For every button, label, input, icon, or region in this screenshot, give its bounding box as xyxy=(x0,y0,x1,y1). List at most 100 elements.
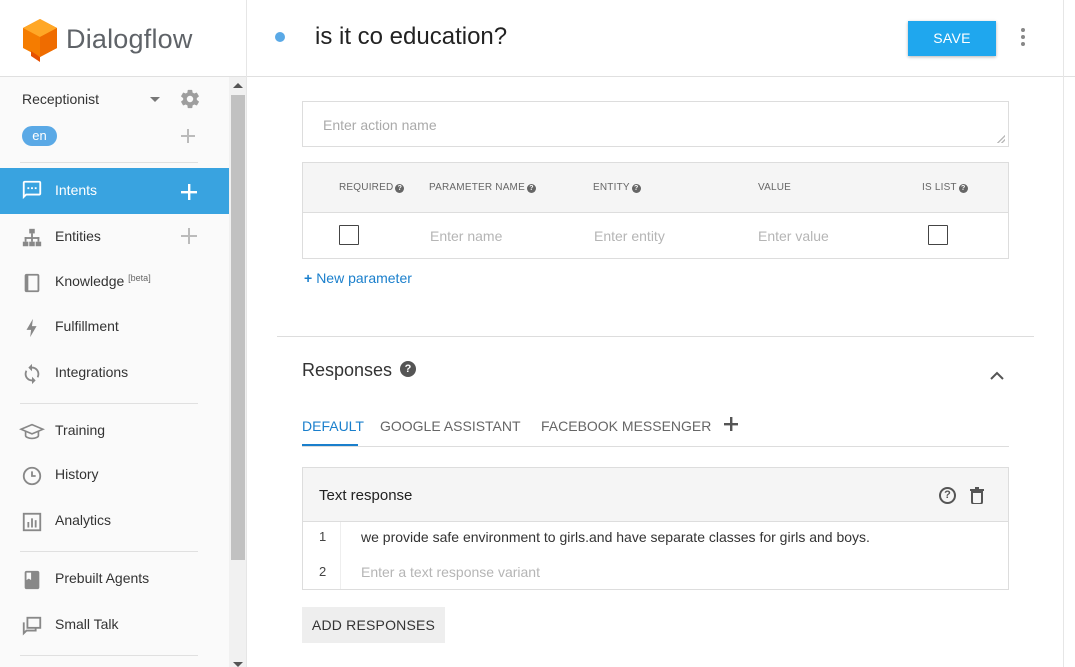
is-list-checkbox[interactable] xyxy=(928,225,948,245)
sidebar-item-label: Intents xyxy=(55,182,98,198)
help-icon[interactable]: ? xyxy=(400,361,416,377)
graduation-cap-icon xyxy=(19,423,45,440)
sidebar-item-fulfillment[interactable]: Fulfillment xyxy=(0,304,229,350)
intent-header: is it co education? SAVE xyxy=(247,0,1075,77)
sidebar-divider xyxy=(20,551,198,552)
parameters-table: REQUIRED? PARAMETER NAME? ENTITY? VALUE … xyxy=(302,162,1009,259)
trash-icon[interactable] xyxy=(969,487,985,504)
column-label: VALUE xyxy=(758,182,792,193)
help-icon[interactable]: ? xyxy=(631,184,641,193)
sidebar-divider xyxy=(20,655,198,656)
sidebar-divider xyxy=(20,162,198,163)
help-icon[interactable]: ? xyxy=(939,487,956,504)
gear-icon[interactable] xyxy=(179,88,201,110)
sidebar-item-label: Analytics xyxy=(55,512,112,528)
new-parameter-label: New parameter xyxy=(316,270,412,286)
chevron-up-icon[interactable] xyxy=(990,369,1004,383)
new-parameter-link[interactable]: + New parameter xyxy=(304,270,412,286)
caret-down-icon[interactable] xyxy=(150,97,160,102)
response-text-line[interactable]: we provide safe environment to girls.and… xyxy=(361,529,870,545)
add-language-icon[interactable] xyxy=(181,129,195,143)
column-label: REQUIRED xyxy=(339,182,394,193)
app-name: Dialogflow xyxy=(66,24,193,54)
hierarchy-icon xyxy=(22,228,42,247)
scroll-up-icon[interactable] xyxy=(233,83,243,88)
sidebar-item-entities[interactable]: Entities xyxy=(0,214,229,260)
tab-default[interactable]: DEFAULT xyxy=(302,418,364,434)
plus-icon: + xyxy=(304,270,313,286)
sidebar-item-label-wrap: Knowledge [beta] xyxy=(55,273,151,289)
agent-name: Receptionist xyxy=(22,91,100,107)
entity-input[interactable]: Enter entity xyxy=(594,228,665,244)
language-badge[interactable]: en xyxy=(22,126,57,146)
sidebar-item-prebuilt-agents[interactable]: Prebuilt Agents xyxy=(0,556,229,602)
column-header-parameter-name: PARAMETER NAME? xyxy=(429,182,536,193)
sidebar-divider xyxy=(20,403,198,404)
sidebar-item-knowledge[interactable]: Knowledge [beta] xyxy=(0,259,229,305)
tab-facebook-messenger[interactable]: FACEBOOK MESSENGER xyxy=(541,418,711,434)
sidebar-item-analytics[interactable]: Analytics xyxy=(0,498,229,544)
parameters-header: REQUIRED? PARAMETER NAME? ENTITY? VALUE … xyxy=(303,163,1008,213)
parameter-name-input[interactable]: Enter name xyxy=(430,228,502,244)
column-label: ENTITY xyxy=(593,182,630,193)
text-response-title: Text response xyxy=(319,487,413,504)
sidebar-item-label: Prebuilt Agents xyxy=(55,570,150,586)
sidebar-item-label: Knowledge xyxy=(55,273,125,289)
clock-icon xyxy=(22,466,42,486)
column-label: PARAMETER NAME xyxy=(429,182,525,193)
line-number: 2 xyxy=(319,564,327,579)
action-name-input[interactable]: Enter action name xyxy=(302,101,1009,147)
sidebar-item-training[interactable]: Training xyxy=(0,408,229,454)
bolt-icon xyxy=(26,318,37,338)
intent-title[interactable]: is it co education? xyxy=(315,23,507,51)
chat-bubbles-icon xyxy=(22,616,42,636)
active-tab-indicator xyxy=(302,444,358,446)
main-right-border xyxy=(1063,77,1064,667)
help-icon[interactable]: ? xyxy=(395,184,405,193)
add-platform-icon[interactable] xyxy=(724,417,738,431)
more-options-icon[interactable] xyxy=(1021,28,1027,46)
sidebar-item-label: Entities xyxy=(55,228,101,244)
line-number: 1 xyxy=(319,529,327,544)
tab-google-assistant[interactable]: GOOGLE ASSISTANT xyxy=(380,418,521,434)
add-entity-icon[interactable] xyxy=(181,228,197,244)
sidebar-scrollbar[interactable] xyxy=(229,77,246,667)
save-button[interactable]: SAVE xyxy=(908,21,996,56)
value-input[interactable]: Enter value xyxy=(758,228,829,244)
sidebar-item-label: Integrations xyxy=(55,364,129,380)
response-tabs: DEFAULT GOOGLE ASSISTANT FACEBOOK MESSEN… xyxy=(302,410,1009,447)
response-variant-input[interactable]: Enter a text response variant xyxy=(361,564,540,580)
help-icon[interactable]: ? xyxy=(526,184,536,193)
add-responses-button[interactable]: ADD RESPONSES xyxy=(302,607,445,643)
resize-handle-icon[interactable] xyxy=(997,135,1005,143)
sidebar-item-intents[interactable]: Intents xyxy=(0,168,229,214)
add-intent-icon[interactable] xyxy=(181,184,197,200)
column-header-is-list: IS LIST? xyxy=(922,182,968,193)
sidebar-item-history[interactable]: History xyxy=(0,452,229,498)
sync-icon xyxy=(24,363,40,385)
text-response-card: Text response ? 1 we provide safe enviro… xyxy=(302,467,1009,590)
priority-dot-icon[interactable] xyxy=(275,32,285,42)
chat-icon xyxy=(22,180,42,200)
sidebar: Dialogflow Receptionist en Intents Entit… xyxy=(0,0,247,667)
sidebar-item-small-talk[interactable]: Small Talk xyxy=(0,602,229,648)
required-checkbox[interactable] xyxy=(339,225,359,245)
sidebar-item-label: Fulfillment xyxy=(55,318,119,334)
sidebar-item-integrations[interactable]: Integrations xyxy=(0,350,229,396)
parameter-row: Enter name Enter entity Enter value xyxy=(303,213,1008,258)
sidebar-item-label: Small Talk xyxy=(55,616,119,632)
help-icon[interactable]: ? xyxy=(958,184,968,193)
logo[interactable]: Dialogflow xyxy=(0,0,246,77)
sidebar-item-label: History xyxy=(55,466,99,482)
section-divider xyxy=(277,336,1034,337)
dialogflow-logo-icon xyxy=(23,19,57,62)
header-divider xyxy=(1063,0,1064,77)
column-header-entity: ENTITY? xyxy=(593,182,641,193)
column-label: IS LIST xyxy=(922,182,957,193)
bar-chart-icon xyxy=(22,512,42,532)
scroll-thumb[interactable] xyxy=(231,95,245,560)
sidebar-item-label: Training xyxy=(55,422,106,438)
text-response-header: Text response ? xyxy=(303,468,1008,522)
agent-selector[interactable]: Receptionist xyxy=(22,88,207,110)
scroll-down-icon[interactable] xyxy=(233,662,243,667)
